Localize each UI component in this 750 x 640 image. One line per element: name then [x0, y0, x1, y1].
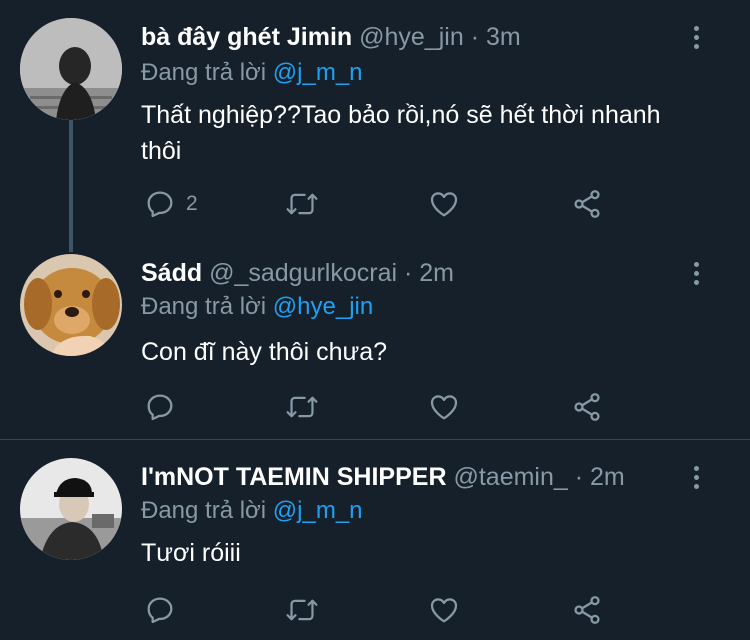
more-options-icon[interactable] [684, 22, 708, 52]
reply-button[interactable]: 2 [144, 186, 198, 222]
replying-to: Đang trả lời @hye_jin [141, 292, 373, 322]
tweet-text: Thất nghiệp??Tao bảo rồi,nó sẽ hết thời … [141, 101, 661, 165]
timestamp[interactable]: 3m [486, 23, 521, 51]
replying-prefix: Đang trả lời [141, 293, 267, 320]
avatar-taemin[interactable] [20, 458, 122, 560]
retweet-button[interactable] [285, 186, 319, 222]
reply-button[interactable] [144, 389, 186, 425]
share-icon [574, 190, 600, 218]
tweet-text: Tươi róiii [141, 539, 241, 567]
display-name[interactable]: I'mNOT TAEMIN SHIPPER [141, 463, 447, 491]
retweet-button[interactable] [285, 592, 319, 628]
separator-dot: · [470, 23, 480, 51]
tweet-2[interactable]: Sádd @_sadgurlkocrai · 2m Đang trả lời @… [0, 250, 750, 438]
share-button[interactable] [571, 389, 603, 425]
more-options-icon[interactable] [684, 258, 708, 288]
display-name[interactable]: bà đây ghét Jimin [141, 23, 352, 51]
avatar-sadd[interactable] [20, 254, 122, 356]
like-icon [430, 395, 458, 420]
tweet-actions [141, 592, 621, 628]
more-options-icon[interactable] [684, 462, 708, 492]
user-handle[interactable]: @_sadgurlkocrai [209, 259, 397, 287]
replying-to: Đang trả lời @j_m_n [141, 496, 363, 526]
retweet-icon [286, 193, 318, 215]
separator-dot: · [574, 463, 584, 491]
share-icon [574, 596, 600, 624]
like-button[interactable] [428, 186, 460, 222]
like-icon [430, 598, 458, 623]
share-icon [574, 393, 600, 421]
tweet-header: Sádd @_sadgurlkocrai · 2m [141, 258, 454, 288]
reply-icon [147, 597, 173, 624]
share-button[interactable] [571, 592, 603, 628]
timestamp[interactable]: 2m [419, 259, 454, 287]
retweet-icon [286, 396, 318, 418]
reply-count: 2 [186, 192, 198, 215]
separator-dot: · [404, 259, 413, 287]
replying-prefix: Đang trả lời [141, 497, 267, 524]
replying-to: Đang trả lời @j_m_n [141, 58, 363, 88]
user-handle[interactable]: @taemin_ [453, 463, 567, 491]
retweet-icon [286, 599, 318, 621]
reply-button[interactable] [144, 592, 186, 628]
retweet-button[interactable] [285, 389, 319, 425]
like-button[interactable] [428, 592, 460, 628]
tweet-3[interactable]: I'mNOT TAEMIN SHIPPER @taemin_ · 2m Đang… [0, 440, 750, 640]
tweet-actions [141, 389, 621, 425]
reply-icon [147, 191, 173, 218]
display-name[interactable]: Sádd [141, 259, 202, 287]
tweet-actions: 2 [141, 186, 621, 222]
tweet-1[interactable]: bà đây ghét Jimin @hye_jin · 3m Đang trả… [0, 0, 750, 252]
tweet-header: bà đây ghét Jimin @hye_jin · 3m [141, 22, 521, 52]
tweet-header: I'mNOT TAEMIN SHIPPER @taemin_ · 2m [141, 462, 625, 492]
thread-line [69, 120, 73, 252]
timestamp[interactable]: 2m [590, 463, 625, 491]
avatar-hye-jin[interactable] [20, 18, 122, 120]
tweet-text: Con đĩ này thôi chưa? [141, 338, 388, 366]
share-button[interactable] [571, 186, 603, 222]
like-button[interactable] [428, 389, 460, 425]
mention-link[interactable]: @j_m_n [273, 497, 363, 524]
replying-prefix: Đang trả lời [141, 59, 267, 86]
user-handle[interactable]: @hye_jin [359, 23, 464, 51]
mention-link[interactable]: @hye_jin [273, 293, 373, 320]
mention-link[interactable]: @j_m_n [273, 59, 363, 86]
like-icon [430, 192, 458, 217]
reply-icon [147, 394, 173, 421]
